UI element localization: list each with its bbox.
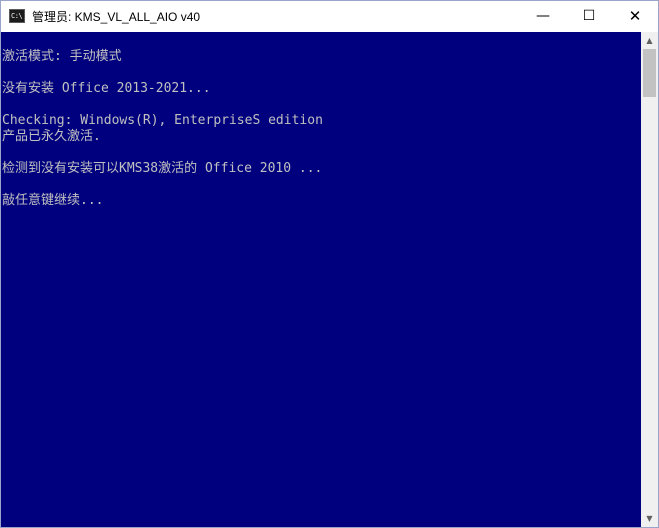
scroll-down-arrow-icon[interactable]: ▼ <box>641 510 658 527</box>
minimize-button[interactable]: — <box>520 1 566 32</box>
console-line-permanently-activated: 产品已永久激活. <box>2 129 101 144</box>
console-line-press-any-key: 敲任意键继续... <box>2 193 104 208</box>
scroll-up-arrow-icon[interactable]: ▲ <box>641 32 658 49</box>
close-button[interactable]: ✕ <box>612 1 658 32</box>
window-title: 管理员: KMS_VL_ALL_AIO v40 <box>32 10 201 24</box>
cmd-icon-glyph: C:\ <box>11 12 23 20</box>
console-line-office-not-installed: 没有安装 Office 2013-2021... <box>2 81 211 96</box>
vertical-scrollbar[interactable]: ▲ ▼ <box>641 32 658 527</box>
scrollbar-thumb[interactable] <box>643 49 656 97</box>
console-line-activation-mode: 激活模式: 手动模式 <box>2 49 122 64</box>
console-window: C:\ 管理员: KMS_VL_ALL_AIO v40 — ☐ ✕ 激活模式: … <box>0 0 659 528</box>
console-line-checking-windows: Checking: Windows(R), EnterpriseS editio… <box>2 113 323 128</box>
console-line-kms38-office: 检测到没有安装可以KMS38激活的 Office 2010 ... <box>2 161 323 176</box>
maximize-button[interactable]: ☐ <box>566 1 612 32</box>
cmd-console-icon[interactable]: C:\ <box>9 9 25 23</box>
title-bar[interactable]: C:\ 管理员: KMS_VL_ALL_AIO v40 — ☐ ✕ <box>1 1 658 32</box>
console-output[interactable]: 激活模式: 手动模式 没有安装 Office 2013-2021... Chec… <box>1 32 641 527</box>
